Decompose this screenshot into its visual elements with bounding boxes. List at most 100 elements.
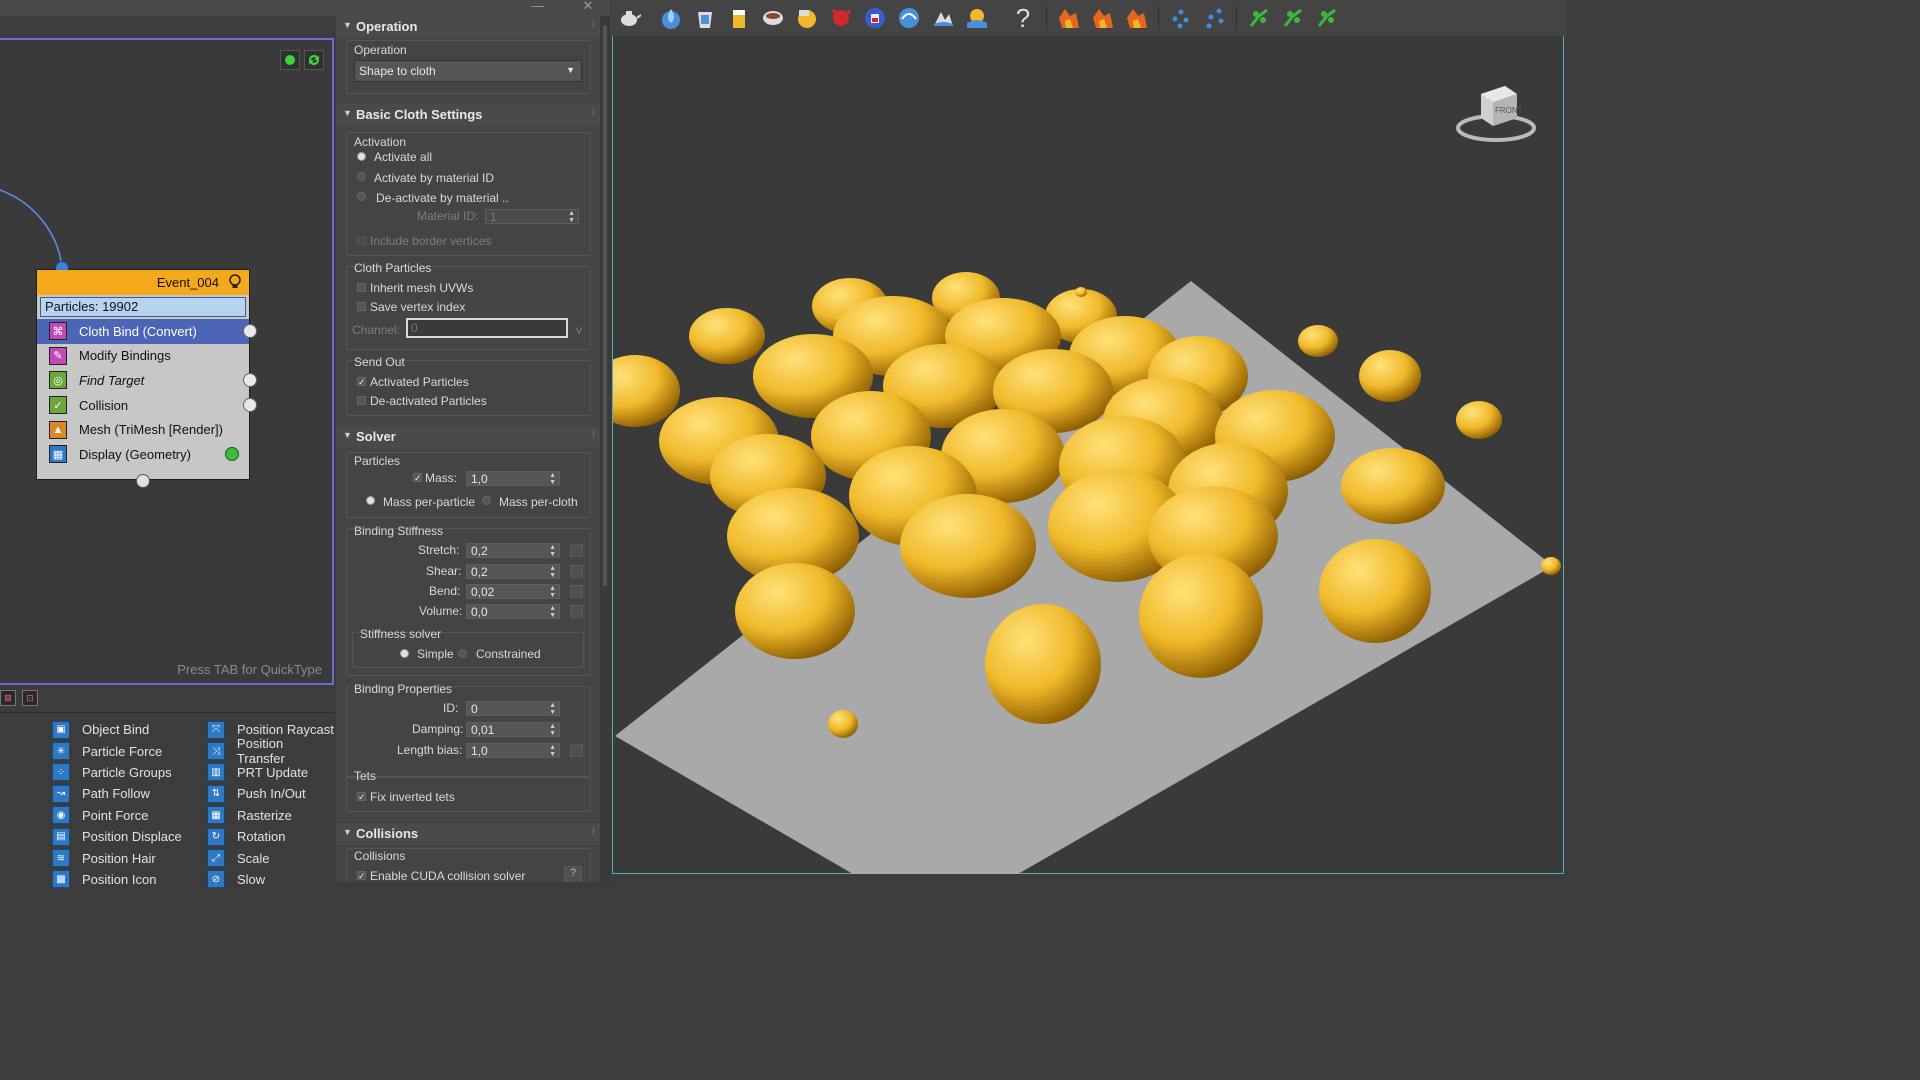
activate-all-radio[interactable] <box>357 152 366 161</box>
shear-spinner[interactable]: 0,2 ▲ ▼ <box>466 564 560 579</box>
cup-icon[interactable] <box>758 3 788 33</box>
fire-2-icon[interactable] <box>1088 3 1118 33</box>
include-border-checkbox[interactable] <box>357 236 366 245</box>
id-spinner[interactable]: 0 ▲ ▼ <box>466 701 560 716</box>
depot-item[interactable]: ↝ Path Follow <box>52 783 182 804</box>
water-drop-icon[interactable] <box>656 3 686 33</box>
depot-item[interactable]: ≋ Position Hair <box>52 847 182 868</box>
stretch-map-button[interactable] <box>570 544 583 557</box>
plant-1-icon[interactable] <box>1244 3 1274 33</box>
splash-red-icon[interactable] <box>826 3 856 33</box>
help-icon[interactable]: ? <box>1008 3 1038 33</box>
save-vertex-checkbox[interactable] <box>357 302 366 311</box>
viewcube[interactable]: FRONT <box>1451 76 1541 146</box>
minimize-button[interactable]: — <box>530 0 546 14</box>
depot-item[interactable]: ✳ Particle Force <box>52 740 182 761</box>
operator-find-target[interactable]: ◎ Find Target <box>37 368 257 393</box>
spinner-arrows-icon[interactable]: ▲ ▼ <box>549 544 556 558</box>
output-port[interactable] <box>243 398 257 413</box>
bend-spinner[interactable]: 0,02 ▲ ▼ <box>466 584 560 599</box>
mass-spinner[interactable]: 1,0 ▲ ▼ <box>466 471 560 486</box>
depot-item[interactable]: ▩ Position Icon <box>52 869 182 890</box>
event-node[interactable]: Event_004 Particles: 19902 ⌘ Cloth Bind … <box>36 261 257 488</box>
deactivate-by-id-radio[interactable] <box>357 192 366 201</box>
depot-item[interactable]: ↻ Rotation <box>207 826 334 847</box>
close-button[interactable]: ✕ <box>580 0 596 14</box>
depot-item[interactable]: ⁘ Particle Groups <box>52 762 182 783</box>
spinner-arrows-icon[interactable]: ▲ ▼ <box>549 702 556 716</box>
ocean-icon[interactable] <box>928 3 958 33</box>
mass-per-particle-radio[interactable] <box>366 496 375 505</box>
particles-2-icon[interactable] <box>1200 3 1230 33</box>
plant-2-icon[interactable] <box>1278 3 1308 33</box>
length-bias-spinner[interactable]: 1,0 ▲ ▼ <box>466 743 560 758</box>
status-green-icon[interactable] <box>280 50 300 70</box>
spinner-arrows-icon[interactable]: ▲ ▼ <box>549 585 556 599</box>
channel-input[interactable]: 0 <box>406 318 568 338</box>
pouring-icon[interactable] <box>792 3 822 33</box>
glass-icon[interactable] <box>724 3 754 33</box>
fire-3-icon[interactable] <box>1122 3 1152 33</box>
depot-item[interactable]: ⤨ Position Transfer <box>207 736 334 766</box>
spinner-arrows-icon[interactable]: ▲ ▼ <box>568 210 575 224</box>
length-bias-map-button[interactable] <box>570 744 583 757</box>
fountain-icon[interactable] <box>962 3 992 33</box>
deactivated-particles-checkbox[interactable] <box>357 396 366 405</box>
operator-cloth-bind[interactable]: ⌘ Cloth Bind (Convert) <box>37 319 257 344</box>
event-output-port[interactable] <box>136 474 150 488</box>
stretch-spinner[interactable]: 0,2 ▲ ▼ <box>466 543 560 558</box>
operator-display[interactable]: ▦ Display (Geometry) <box>37 442 249 467</box>
depot-item[interactable]: ▤ Position Displace <box>52 826 182 847</box>
bucket-icon[interactable] <box>690 3 720 33</box>
display-toggle[interactable] <box>225 447 239 462</box>
volume-spinner[interactable]: 0,0 ▲ ▼ <box>466 604 560 619</box>
output-port[interactable] <box>243 373 257 388</box>
depot-item[interactable]: ⇅ Push In/Out <box>207 783 334 804</box>
depot-item[interactable]: ◉ Point Force <box>52 805 182 826</box>
lightbulb-icon[interactable] <box>227 274 243 291</box>
output-port[interactable] <box>243 324 257 339</box>
rollout-solver[interactable]: ▼ Solver ⁞ <box>336 426 600 448</box>
rollout-collisions[interactable]: ▼ Collisions ⁞ <box>336 823 600 845</box>
depot-item[interactable]: ⊘ Slow <box>207 869 334 890</box>
operator-mesh[interactable]: ▲ Mesh (TriMesh [Render]) <box>37 417 249 442</box>
particle-flow-canvas[interactable]: Event_004 Particles: 19902 ⌘ Cloth Bind … <box>0 38 334 685</box>
inherit-uvws-checkbox[interactable] <box>357 283 366 292</box>
drag-handle-icon[interactable]: ⁞ <box>592 19 595 29</box>
constrained-radio[interactable] <box>458 649 467 658</box>
event-header[interactable]: Event_004 <box>37 270 249 295</box>
drag-handle-icon[interactable]: ⁞ <box>592 429 595 439</box>
scrollbar-thumb[interactable] <box>603 26 607 586</box>
drag-handle-icon[interactable]: ⁞ <box>592 107 595 117</box>
bend-map-button[interactable] <box>570 585 583 598</box>
mass-per-cloth-radio[interactable] <box>482 496 491 505</box>
operator-modify-bindings[interactable]: ✎ Modify Bindings <box>37 344 249 369</box>
spinner-arrows-icon[interactable]: ▲ ▼ <box>549 744 556 758</box>
rollout-basic-cloth[interactable]: ▼ Basic Cloth Settings ⁞ <box>336 104 600 126</box>
depot-item[interactable]: ⤢ Scale <box>207 847 334 868</box>
fire-1-icon[interactable] <box>1054 3 1084 33</box>
shear-map-button[interactable] <box>570 565 583 578</box>
operator-collision[interactable]: ✓ Collision <box>37 393 257 418</box>
wave-icon[interactable] <box>894 3 924 33</box>
spinner-arrows-icon[interactable]: ▲ ▼ <box>549 723 556 737</box>
depot-tab-1[interactable]: ⊠ <box>0 690 16 706</box>
plant-3-icon[interactable] <box>1312 3 1342 33</box>
spinner-arrows-icon[interactable]: ▲ ▼ <box>549 472 556 486</box>
container-icon[interactable] <box>860 3 890 33</box>
activate-by-id-radio[interactable] <box>357 172 366 181</box>
damping-spinner[interactable]: 0,01 ▲ ▼ <box>466 722 560 737</box>
volume-map-button[interactable] <box>570 605 583 618</box>
spinner-arrows-icon[interactable]: ▲ ▼ <box>549 565 556 579</box>
simple-radio[interactable] <box>400 649 409 658</box>
depot-item[interactable]: ▣ Object Bind <box>52 719 182 740</box>
refresh-icon[interactable] <box>304 50 324 70</box>
spinner-arrows-icon[interactable]: ▲ ▼ <box>549 605 556 619</box>
particles-1-icon[interactable] <box>1166 3 1196 33</box>
depot-tab-2[interactable]: ⊡ <box>22 690 38 706</box>
3d-viewport[interactable]: FRONT <box>612 36 1564 874</box>
panel-scrollbar[interactable] <box>600 16 610 882</box>
mass-checkbox[interactable]: ✓ <box>413 473 422 483</box>
teapot-icon[interactable] <box>614 3 644 33</box>
fix-inverted-checkbox[interactable]: ✓ <box>357 792 366 802</box>
